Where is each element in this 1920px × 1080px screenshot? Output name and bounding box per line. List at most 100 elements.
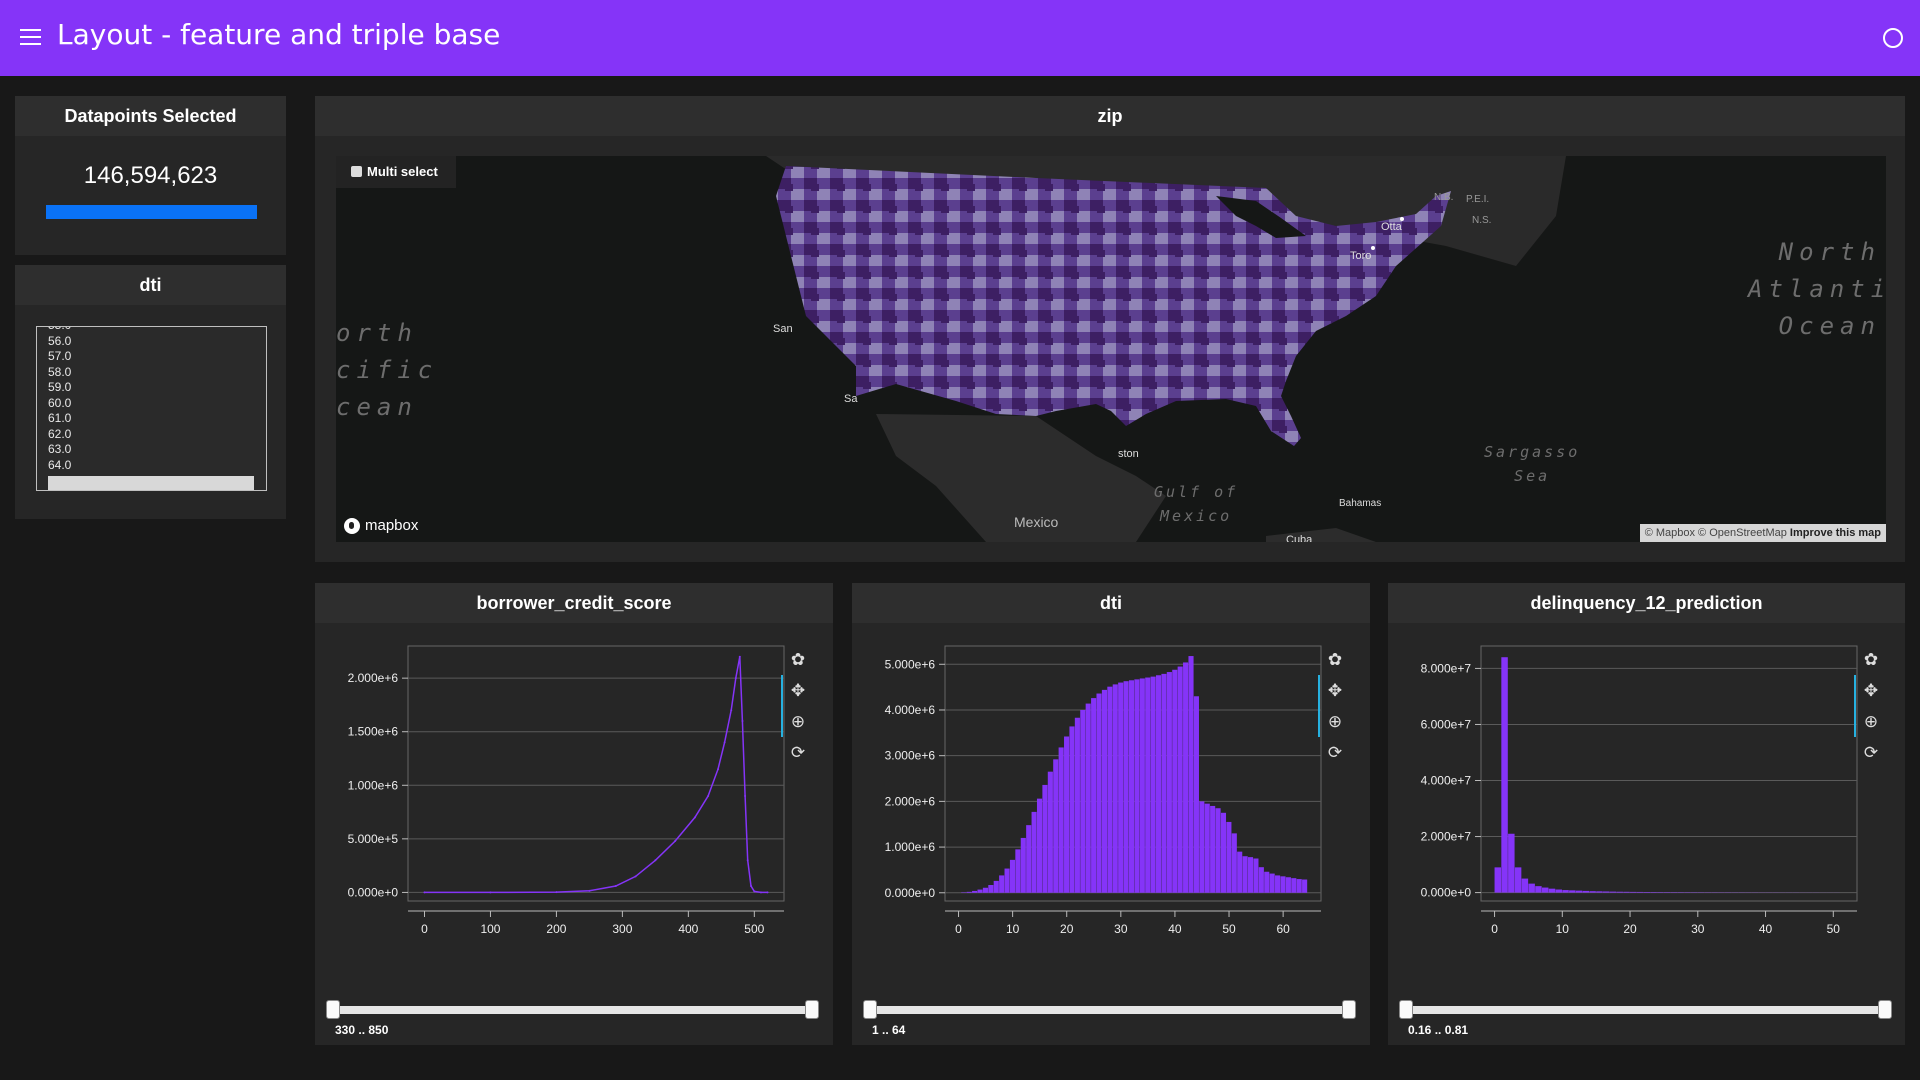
histogram-bar bbox=[1074, 717, 1080, 893]
histogram-bar bbox=[1036, 798, 1043, 893]
dti-range-label: 1 .. 64 bbox=[872, 1023, 906, 1037]
list-item[interactable]: 55.0 bbox=[37, 327, 266, 334]
dti-multiselect-list[interactable]: 55.056.057.058.059.060.061.062.063.064.0 bbox=[36, 326, 267, 491]
x-tick-label: 100 bbox=[480, 922, 500, 936]
place-houston: ston bbox=[1118, 448, 1139, 460]
y-tick-label: 2.000e+6 bbox=[885, 794, 936, 808]
pan-tool-icon[interactable]: ✥ bbox=[1860, 680, 1882, 702]
histogram-bar bbox=[1258, 867, 1264, 893]
delinquency-range-slider[interactable] bbox=[1399, 1000, 1892, 1019]
list-item[interactable]: 58.0 bbox=[37, 365, 266, 381]
datapoints-card: Datapoints Selected 146,594,623 bbox=[15, 96, 286, 255]
list-item[interactable]: 57.0 bbox=[37, 349, 266, 365]
improve-map-link[interactable]: Improve this map bbox=[1790, 527, 1881, 539]
data-point bbox=[674, 840, 677, 842]
histogram-bar bbox=[1636, 891, 1644, 893]
list-item[interactable]: 64.0 bbox=[37, 458, 266, 474]
x-tick-label: 20 bbox=[1623, 922, 1637, 936]
dti-filter-title: dti bbox=[15, 265, 286, 305]
list-item[interactable]: 60.0 bbox=[37, 396, 266, 412]
histogram-bar bbox=[1193, 696, 1199, 893]
mapbox-logo[interactable]: mapbox bbox=[344, 517, 418, 534]
credit-range-slider[interactable] bbox=[326, 1000, 819, 1019]
credit-range-max-handle[interactable] bbox=[805, 1000, 819, 1019]
histogram-bar bbox=[1494, 867, 1502, 893]
credit-score-chart[interactable]: 0.000e+0 5.000e+5 1.000e+6 1.500e+6 2.000e+6… bbox=[315, 623, 833, 1045]
dti-chart-body: 0.000e+0 1.000e+6 2.000e+6 3.000e+6 4.000e+6… bbox=[852, 623, 1370, 1045]
histogram-bar bbox=[1569, 890, 1576, 893]
credit-range-min-handle[interactable] bbox=[326, 1000, 340, 1019]
y-tick-label: 1.500e+6 bbox=[348, 725, 399, 739]
histogram-bar bbox=[1269, 873, 1275, 893]
bokeh-logo-icon[interactable]: ✿ bbox=[1860, 649, 1882, 671]
multi-select-checkbox[interactable] bbox=[351, 166, 362, 177]
bokeh-logo-icon[interactable]: ✿ bbox=[1324, 649, 1346, 671]
place-toronto: Toro bbox=[1350, 250, 1372, 262]
histogram-bar bbox=[1042, 784, 1048, 893]
label-north-atlantic: NorthAtlanticOcean bbox=[1748, 238, 1886, 340]
map-body: Multi select NorthAtlanticOcean orthcifi… bbox=[315, 136, 1905, 562]
delinquency-histogram-chart[interactable]: 0.000e+0 2.000e+7 4.000e+7 6.000e+7 8.000e+7… bbox=[1388, 623, 1905, 1045]
list-item[interactable]: 56.0 bbox=[37, 334, 266, 350]
pan-tool-icon[interactable]: ✥ bbox=[1324, 680, 1346, 702]
choropleth-map[interactable]: Multi select NorthAtlanticOcean orthcifi… bbox=[336, 156, 1886, 542]
x-tick-label: 30 bbox=[1114, 922, 1128, 936]
histogram-bar bbox=[1015, 849, 1021, 893]
credit-score-body: 0.000e+0 5.000e+5 1.000e+6 1.500e+6 2.000e+6… bbox=[315, 623, 833, 1045]
data-point bbox=[766, 891, 769, 894]
histogram-bar bbox=[1562, 890, 1569, 893]
place-cuba: Cuba bbox=[1286, 534, 1313, 542]
place-pei: P.E.I. bbox=[1466, 194, 1490, 205]
delinquency-range-min-handle[interactable] bbox=[1399, 1000, 1413, 1019]
histogram-bar bbox=[1302, 879, 1308, 893]
datapoints-body: 146,594,623 bbox=[15, 136, 286, 255]
label-north-pacific: orth cific cean bbox=[336, 319, 439, 421]
dti-histogram-chart[interactable]: 0.000e+0 1.000e+6 2.000e+6 3.000e+6 4.000e+6… bbox=[852, 623, 1370, 1045]
x-tick-label: 60 bbox=[1276, 922, 1290, 936]
histogram-bar bbox=[1069, 726, 1075, 893]
histogram-bar bbox=[1602, 891, 1610, 893]
reset-icon[interactable]: ⟳ bbox=[1324, 742, 1346, 764]
histogram-bar bbox=[1101, 689, 1108, 893]
list-item[interactable]: 61.0 bbox=[37, 411, 266, 427]
place-san-diego: Sa bbox=[844, 393, 858, 405]
histogram-bar bbox=[1291, 878, 1297, 893]
x-tick-label: 500 bbox=[744, 922, 764, 936]
hamburger-menu-icon[interactable] bbox=[20, 29, 41, 47]
multi-select-toggle[interactable]: Multi select bbox=[336, 156, 456, 188]
x-tick-label: 400 bbox=[678, 922, 698, 936]
list-scrollbar[interactable] bbox=[48, 476, 254, 490]
credit-score-title: borrower_credit_score bbox=[315, 583, 833, 623]
bokeh-logo-icon[interactable]: ✿ bbox=[787, 649, 809, 671]
map-attribution: © Mapbox © OpenStreetMap Improve this ma… bbox=[1639, 524, 1886, 542]
dti-range-slider[interactable] bbox=[863, 1000, 1356, 1019]
histogram-bar bbox=[966, 891, 972, 893]
map-canvas[interactable] bbox=[336, 156, 1886, 542]
dti-range-min-handle[interactable] bbox=[863, 1000, 877, 1019]
histogram-bar bbox=[1204, 803, 1210, 893]
list-item[interactable]: 63.0 bbox=[37, 442, 266, 458]
dti-range-max-handle[interactable] bbox=[1342, 1000, 1356, 1019]
list-item[interactable]: 59.0 bbox=[37, 380, 266, 396]
dti-filter-body: 55.056.057.058.059.060.061.062.063.064.0 bbox=[15, 305, 286, 519]
histogram-bar bbox=[1172, 669, 1178, 893]
delinquency-range-max-handle[interactable] bbox=[1878, 1000, 1892, 1019]
y-tick-label: 1.000e+6 bbox=[348, 778, 399, 792]
list-item[interactable]: 62.0 bbox=[37, 427, 266, 443]
reset-icon[interactable]: ⟳ bbox=[1860, 742, 1882, 764]
histogram-bar bbox=[1242, 856, 1248, 893]
wheel-zoom-icon[interactable]: ⊕ bbox=[1324, 711, 1346, 733]
histogram-bar bbox=[1609, 891, 1617, 893]
data-point bbox=[746, 859, 749, 862]
histogram-bar bbox=[1296, 879, 1302, 893]
y-tick-label: 2.000e+6 bbox=[348, 671, 399, 685]
reset-icon[interactable]: ⟳ bbox=[787, 742, 809, 764]
histogram-bar bbox=[988, 885, 994, 893]
histogram-bar bbox=[1091, 698, 1097, 893]
pan-tool-icon[interactable]: ✥ bbox=[787, 680, 809, 702]
histogram-bar bbox=[1280, 876, 1286, 893]
wheel-zoom-icon[interactable]: ⊕ bbox=[787, 711, 809, 733]
wheel-zoom-icon[interactable]: ⊕ bbox=[1860, 711, 1882, 733]
x-tick-label: 50 bbox=[1222, 922, 1236, 936]
attribution-text: © Mapbox © OpenStreetMap bbox=[1644, 527, 1787, 539]
